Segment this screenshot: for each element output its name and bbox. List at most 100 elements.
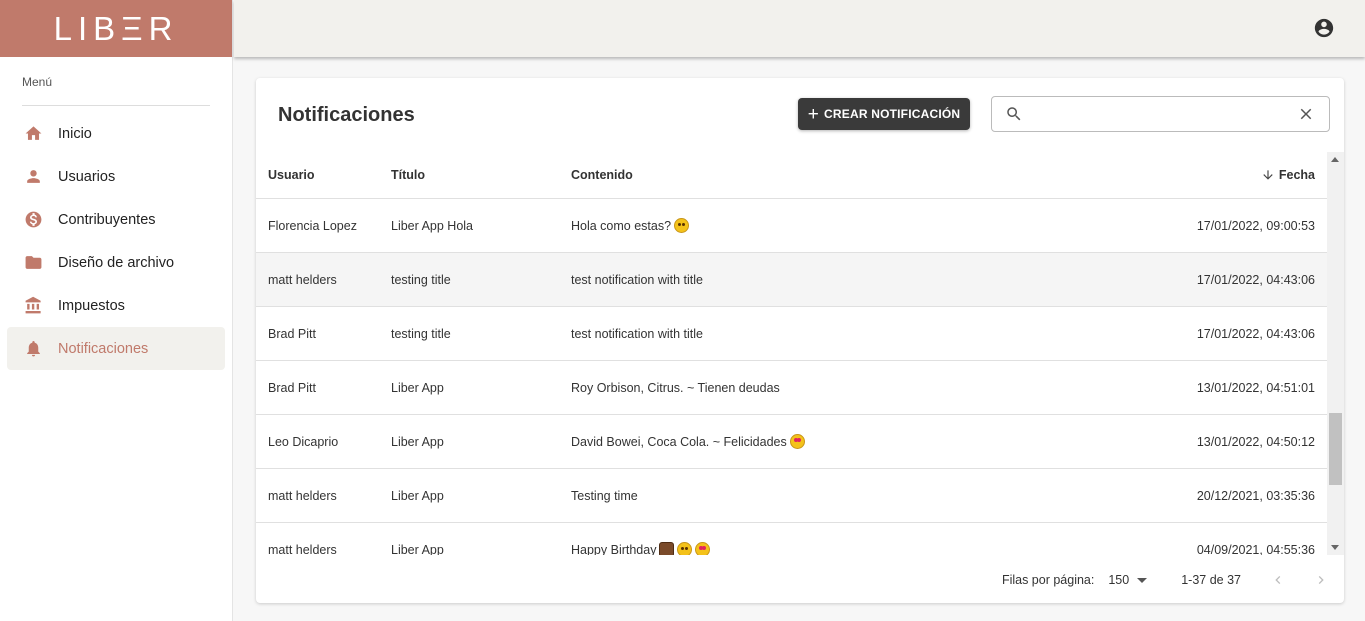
cell-fecha-text: 13/01/2022, 04:51:01 [1196, 380, 1315, 395]
table-row[interactable]: matt helders Liber App Testing time 20/12/2… [256, 469, 1327, 523]
table-scrollbar[interactable] [1327, 152, 1344, 555]
logo-bar: LIBΞR [0, 0, 232, 57]
scroll-thumb[interactable] [1329, 413, 1342, 485]
folder-icon [23, 253, 43, 273]
notifications-card: Notificaciones + CREAR NOTIFICACIÓN Usua… [256, 78, 1344, 603]
sidebar-item-label: Notificaciones [58, 340, 149, 357]
column-header-contenido[interactable]: Contenido [571, 168, 871, 182]
cell-contenido-text: David Bowei, Coca Cola. ~ Felicidades [571, 435, 787, 449]
cell-fecha-text: 20/12/2021, 03:35:36 [1196, 488, 1315, 503]
cell-usuario: Brad Pitt [256, 327, 391, 341]
clear-search-icon[interactable] [1297, 105, 1315, 123]
page-title: Notificaciones [278, 104, 415, 126]
cell-fecha: 13/01/2022, 04:51:01 [871, 381, 1327, 395]
cell-usuario: matt helders [256, 489, 391, 503]
dollar-icon [23, 210, 43, 230]
face-emoji-icon [677, 542, 693, 555]
column-header-titulo[interactable]: Título [391, 168, 571, 182]
table-row[interactable]: Brad Pitt testing title test notification … [256, 307, 1327, 361]
cell-contenido: test notification with title [571, 273, 871, 287]
account-circle-icon[interactable] [1313, 17, 1335, 39]
table-row[interactable]: Brad Pitt Liber App Roy Orbison, Citrus. ~… [256, 361, 1327, 415]
column-header-label: Fecha [1278, 168, 1315, 182]
sidebar-item-usuarios[interactable]: Usuarios [7, 155, 225, 198]
cell-titulo-text: testing title [391, 326, 451, 341]
sidebar: LIBΞR Menú Inicio Usuarios Contribuyente… [0, 0, 233, 621]
search-icon [1005, 105, 1023, 123]
cell-contenido: test notification with title [571, 327, 871, 341]
cell-usuario: matt helders [256, 543, 391, 556]
scroll-down-arrow-icon[interactable] [1331, 545, 1339, 550]
cell-titulo: Liber App [391, 543, 571, 556]
cell-contenido-text: Roy Orbison, Citrus. ~ Tienen deudas [571, 380, 780, 395]
cell-fecha: 17/01/2022, 04:43:06 [871, 327, 1327, 341]
next-page-button[interactable] [1312, 571, 1330, 589]
cell-titulo: Liber App [391, 381, 571, 395]
cell-fecha-text: 04/09/2021, 04:55:36 [1196, 542, 1315, 556]
cell-contenido-text: Hola como estas? [571, 219, 672, 233]
cell-titulo: Liber App [391, 435, 571, 449]
cell-titulo-text: testing title [391, 272, 451, 287]
cell-usuario: Leo Dicaprio [256, 435, 391, 449]
app-logo[interactable]: LIBΞR [54, 10, 179, 48]
cell-titulo-text: Liber App Hola [391, 218, 474, 233]
home-icon [23, 124, 43, 144]
sidebar-nav: Inicio Usuarios Contribuyentes Diseño de… [0, 106, 232, 370]
cell-contenido: Roy Orbison, Citrus. ~ Tienen deudas [571, 381, 871, 395]
sidebar-item-notificaciones[interactable]: Notificaciones [7, 327, 225, 370]
cell-fecha: 20/12/2021, 03:35:36 [871, 489, 1327, 503]
table-row[interactable]: Florencia Lopez Liber App Hola Hola como e… [256, 199, 1327, 253]
sidebar-item-contribuyentes[interactable]: Contribuyentes [7, 198, 225, 241]
top-bar [234, 0, 1365, 57]
person-icon [23, 167, 43, 187]
column-header-usuario[interactable]: Usuario [256, 168, 391, 182]
sidebar-item-label: Contribuyentes [58, 211, 156, 228]
cell-contenido: Hola como estas? [571, 218, 871, 233]
cell-contenido: David Bowei, Coca Cola. ~ Felicidades [571, 434, 871, 449]
sidebar-item-label: Impuestos [58, 297, 125, 314]
cell-fecha: 13/01/2022, 04:50:12 [871, 435, 1327, 449]
cell-usuario: Brad Pitt [256, 381, 391, 395]
create-notification-button[interactable]: + CREAR NOTIFICACIÓN [798, 98, 970, 130]
cell-titulo: testing title [391, 327, 571, 341]
cell-contenido-text: Testing time [571, 488, 638, 503]
cell-titulo-text: Liber App [391, 488, 444, 503]
cell-fecha-text: 17/01/2022, 04:43:06 [1196, 326, 1315, 341]
face-emoji-icon [674, 218, 690, 233]
cell-contenido-text: Happy Birthday [571, 543, 657, 555]
cell-usuario-text: Brad Pitt [268, 326, 316, 341]
table-pagination: Filas por página: 150 1-37 de 37 [256, 562, 1344, 598]
sidebar-item-inicio[interactable]: Inicio [7, 112, 225, 155]
scroll-up-arrow-icon[interactable] [1331, 157, 1339, 162]
create-notification-label: CREAR NOTIFICACIÓN [824, 107, 961, 121]
rows-per-page-value: 150 [1108, 573, 1130, 587]
plus-icon: + [807, 103, 820, 125]
cell-usuario: Florencia Lopez [256, 219, 391, 233]
search-input[interactable] [1031, 99, 1297, 129]
table-row[interactable]: matt helders testing title test notificati… [256, 253, 1327, 307]
rows-per-page-select[interactable]: 150 [1108, 573, 1148, 587]
table-body: Florencia Lopez Liber App Hola Hola como e… [256, 199, 1327, 555]
cell-titulo: testing title [391, 273, 571, 287]
cell-titulo-text: Liber App [391, 380, 444, 395]
arrow-down-icon [1261, 168, 1275, 182]
previous-page-button[interactable] [1269, 571, 1287, 589]
cell-fecha-text: 17/01/2022, 04:43:06 [1196, 272, 1315, 287]
cell-titulo: Liber App Hola [391, 219, 571, 233]
table-row[interactable]: matt helders Liber App Happy Birthday 04/09… [256, 523, 1327, 555]
love-emoji-icon [695, 542, 711, 555]
cake-emoji-icon [659, 542, 675, 555]
sidebar-item-label: Usuarios [58, 168, 116, 185]
cell-usuario-text: matt helders [268, 488, 337, 503]
sidebar-item-diseno-de-archivo[interactable]: Diseño de archivo [7, 241, 225, 284]
cell-fecha: 17/01/2022, 09:00:53 [871, 219, 1327, 233]
cell-usuario-text: Florencia Lopez [268, 218, 357, 233]
cell-fecha-text: 13/01/2022, 04:50:12 [1196, 434, 1315, 449]
sidebar-item-impuestos[interactable]: Impuestos [7, 284, 225, 327]
column-header-fecha[interactable]: Fecha [871, 168, 1327, 182]
cell-titulo: Liber App [391, 489, 571, 503]
pagination-range: 1-37 de 37 [1181, 573, 1241, 587]
cell-usuario-text: matt helders [268, 272, 337, 287]
table-row[interactable]: Leo Dicaprio Liber App David Bowei, Coca C… [256, 415, 1327, 469]
bank-icon [23, 296, 43, 316]
